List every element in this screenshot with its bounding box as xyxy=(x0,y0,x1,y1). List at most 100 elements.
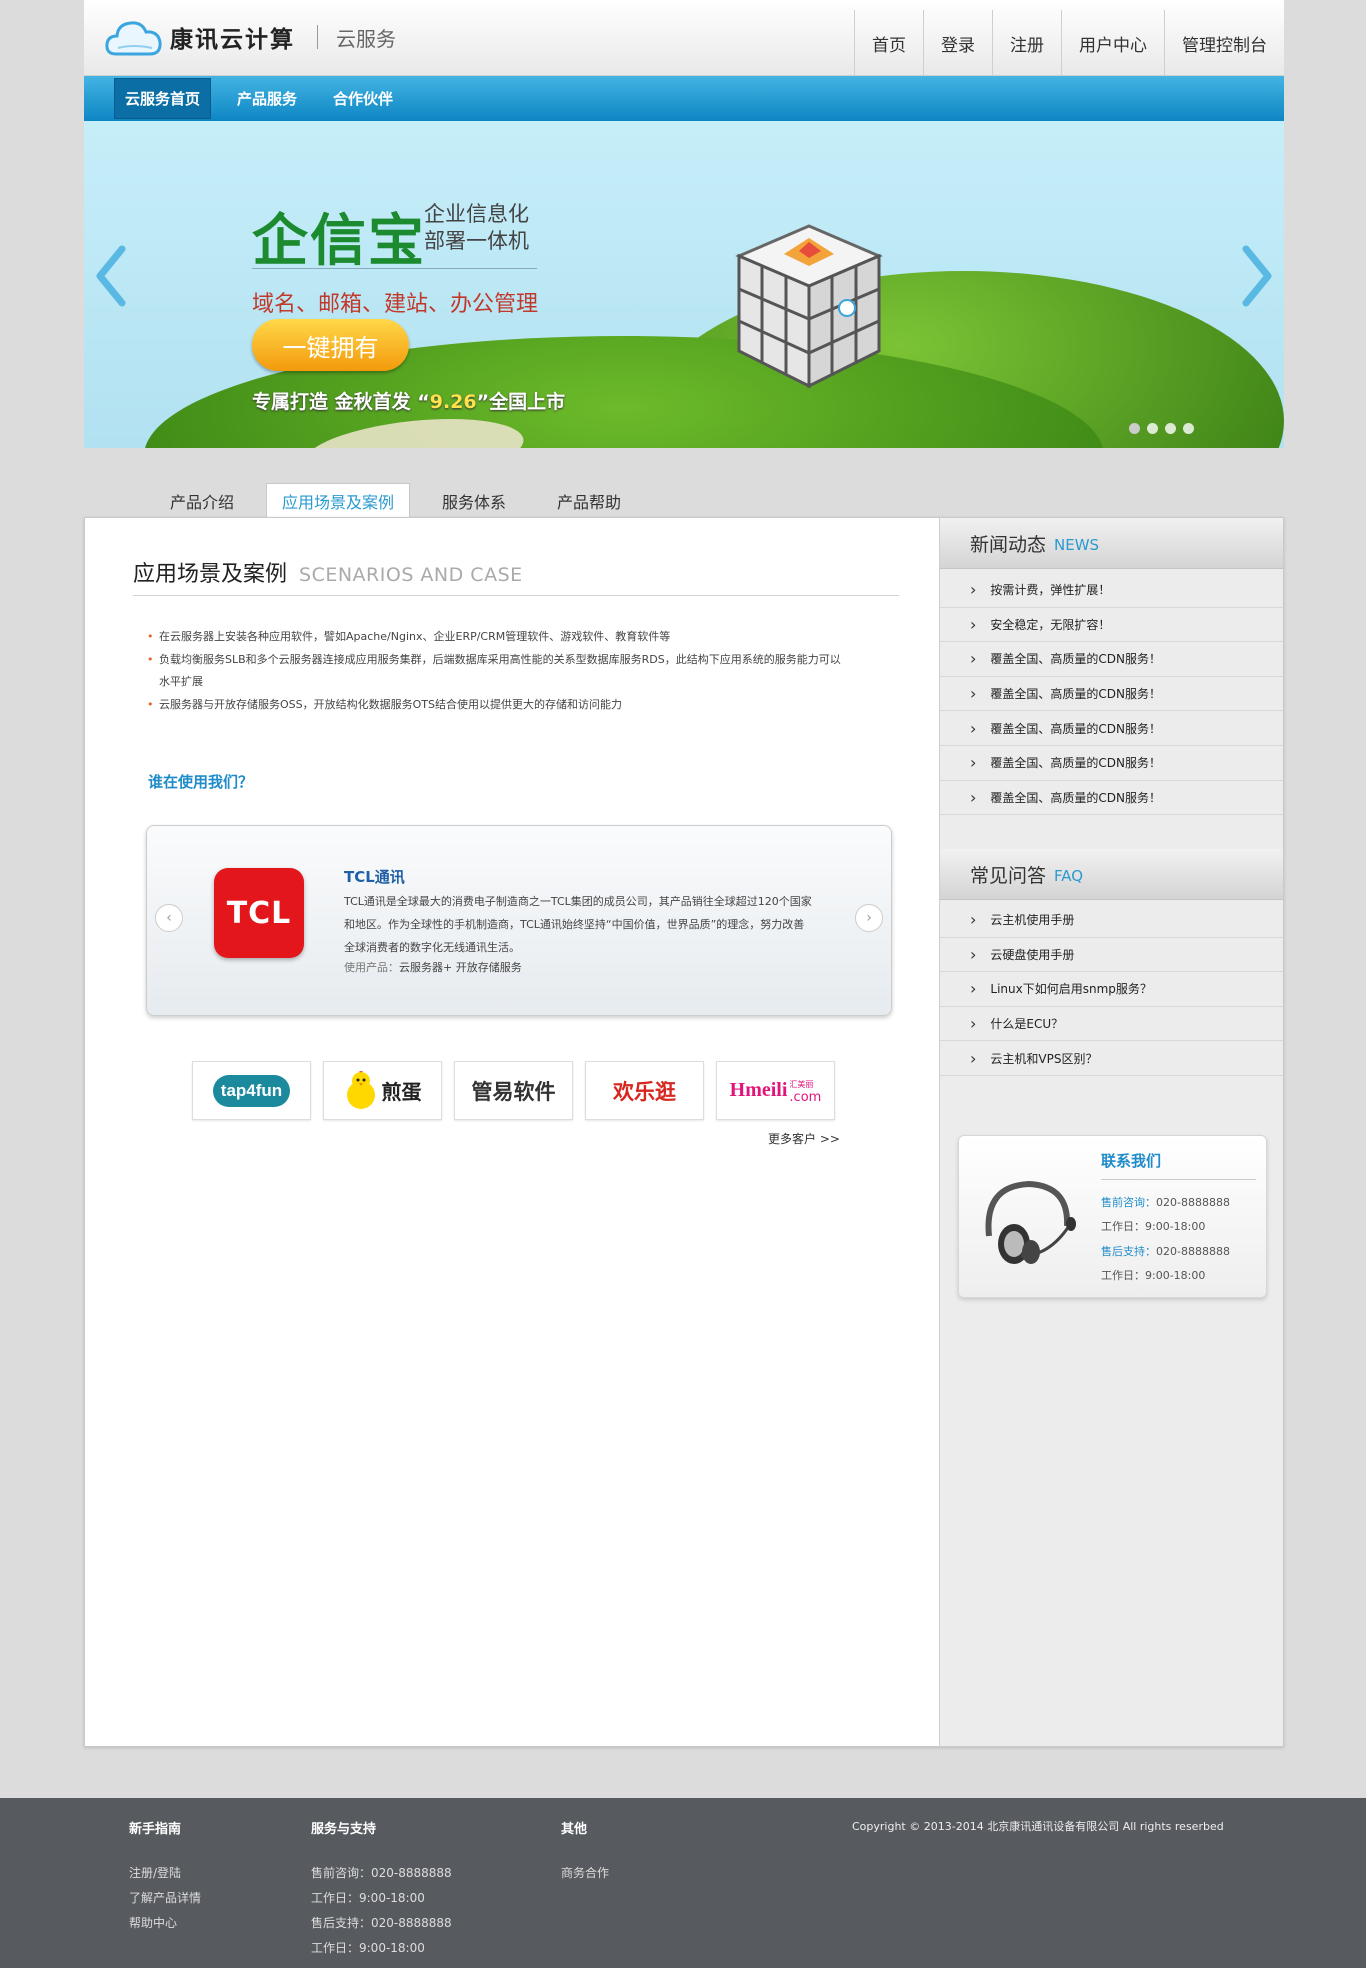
nav-user-center[interactable]: 用户中心 xyxy=(1061,10,1164,76)
tab-service[interactable]: 服务体系 xyxy=(424,483,524,518)
case-next-icon[interactable]: › xyxy=(855,904,883,932)
logo-text: 康讯云计算 xyxy=(170,27,295,53)
case-products-label: 使用产品： xyxy=(344,961,399,974)
product-cube-image xyxy=(735,224,883,389)
client-hmeili[interactable]: Hmeili 汇美丽 .com xyxy=(716,1061,835,1120)
faq-header: 常见问答 FAQ xyxy=(940,849,1283,900)
client-huanleguang[interactable]: 欢乐逛 xyxy=(585,1061,704,1120)
huanleguang-logo: 欢乐逛 xyxy=(613,1079,676,1104)
chick-icon xyxy=(346,1070,375,1109)
nav-console[interactable]: 管理控制台 xyxy=(1164,10,1284,76)
nav-login[interactable]: 登录 xyxy=(923,10,992,76)
banner-next-arrow-icon[interactable] xyxy=(1238,241,1278,311)
tab-intro[interactable]: 产品介绍 xyxy=(152,483,252,518)
carousel-dot[interactable] xyxy=(1147,423,1158,434)
subnav-cloud-home[interactable]: 云服务首页 xyxy=(114,78,212,119)
tcl-logo: TCL xyxy=(214,868,304,958)
footer-link[interactable]: 注册/登陆 xyxy=(129,1861,201,1886)
hmeili-suffix: 汇美丽 .com xyxy=(789,1078,821,1104)
headset-icon xyxy=(985,1180,1076,1264)
banner-cta-button[interactable]: 一键拥有 xyxy=(252,319,409,371)
news-item[interactable]: 覆盖全国、高质量的CDN服务！ xyxy=(940,781,1283,816)
faq-item[interactable]: 什么是ECU？ xyxy=(940,1007,1283,1042)
footer-text: 工作日：9:00-18:00 xyxy=(311,1941,425,1955)
contact-postsale-hours: 工作日：9:00-18:00 xyxy=(1101,1269,1206,1282)
hmeili-com: .com xyxy=(789,1089,822,1105)
more-clients-link[interactable]: 更多客户 >> xyxy=(768,1130,840,1147)
news-item[interactable]: 覆盖全国、高质量的CDN服务！ xyxy=(940,677,1283,712)
news-item[interactable]: 覆盖全国、高质量的CDN服务！ xyxy=(940,746,1283,781)
faq-item[interactable]: 云主机和VPS区别？ xyxy=(940,1041,1283,1076)
client-tap4fun[interactable]: tap4fun xyxy=(192,1061,311,1120)
news-list: 按需计费，弹性扩展！ 安全稳定，无限扩容！ 覆盖全国、高质量的CDN服务！ 覆盖… xyxy=(940,573,1283,816)
footer-other-title: 其他 xyxy=(561,1822,588,1837)
carousel-dot[interactable] xyxy=(1129,423,1140,434)
news-item[interactable]: 安全稳定，无限扩容！ xyxy=(940,608,1283,643)
case-name[interactable]: TCL通讯 xyxy=(344,866,405,887)
banner-prev-arrow-icon[interactable] xyxy=(90,241,130,311)
sidebar: 新闻动态 NEWS 按需计费，弹性扩展！ 安全稳定，无限扩容！ 覆盖全国、高质量… xyxy=(939,518,1283,1746)
hmeili-logo: Hmeili xyxy=(729,1079,788,1101)
faq-item[interactable]: 云硬盘使用手册 xyxy=(940,938,1283,973)
faq-list: 云主机使用手册 云硬盘使用手册 Linux下如何启用snmp服务？ 什么是ECU… xyxy=(940,903,1283,1076)
contact-title: 联系我们 xyxy=(1101,1152,1162,1170)
case-products: 使用产品：云服务器+ 开放存储服务 xyxy=(344,959,522,975)
news-item[interactable]: 覆盖全国、高质量的CDN服务！ xyxy=(940,642,1283,677)
presale-label: 售前咨询： xyxy=(1101,1196,1156,1209)
tap4fun-logo: tap4fun xyxy=(212,1074,291,1107)
contact-postsale: 售后支持：020-8888888 xyxy=(1101,1243,1230,1259)
footer-support: 服务与支持 售前咨询：020-8888888 工作日：9:00-18:00 售后… xyxy=(311,1818,452,1961)
news-item[interactable]: 按需计费，弹性扩展！ xyxy=(940,573,1283,608)
faq-item[interactable]: Linux下如何启用snmp服务？ xyxy=(940,972,1283,1007)
news-title-en: NEWS xyxy=(1054,536,1100,554)
client-jiandan[interactable]: 煎蛋 xyxy=(323,1061,442,1120)
faq-item[interactable]: 云主机使用手册 xyxy=(940,903,1283,938)
nav-home[interactable]: 首页 xyxy=(854,10,923,76)
footer-link[interactable]: 帮助中心 xyxy=(129,1911,201,1936)
carousel-dots xyxy=(1129,423,1194,434)
who-uses-us-heading: 谁在使用我们？ xyxy=(148,773,254,791)
client-logos: tap4fun 煎蛋 管易软件 欢乐逛 Hmeili 汇美丽 .com xyxy=(192,1061,835,1120)
case-description: TCL通讯是全球最大的消费电子制造商之一TCL集团的成员公司，其产品销往全球超过… xyxy=(344,895,812,954)
site-logo[interactable]: 康讯云计算 云服务 xyxy=(104,14,396,60)
subnav-partners[interactable]: 合作伙伴 xyxy=(323,78,403,119)
footer-link[interactable]: 商务合作 xyxy=(561,1861,609,1886)
footer-support-title: 服务与支持 xyxy=(311,1822,377,1837)
guanyi-logo: 管易软件 xyxy=(471,1079,556,1104)
scenario-item: 云服务器与开放存储服务OSS，开放结构化数据服务OTS结合使用以提供更大的存储和… xyxy=(147,694,847,717)
site-footer: 新手指南 注册/登陆 了解产品详情 帮助中心 服务与支持 售前咨询：020-88… xyxy=(0,1798,1366,1968)
banner-divider xyxy=(252,268,537,269)
case-prev-icon[interactable]: ‹ xyxy=(155,904,183,932)
scenario-item: 在云服务器上安装各种应用软件，譬如Apache/Nginx、企业ERP/CRM管… xyxy=(147,626,847,649)
subnav-products[interactable]: 产品服务 xyxy=(227,78,307,119)
contact-presale-hours: 工作日：9:00-18:00 xyxy=(1101,1220,1206,1233)
postsale-phone: 020-8888888 xyxy=(1156,1245,1230,1258)
footer-other: 其他 商务合作 xyxy=(561,1818,609,1886)
sub-nav: 云服务首页 产品服务 合作伙伴 xyxy=(84,76,1284,121)
cloud-logo-icon xyxy=(105,21,162,56)
faq-title-en: FAQ xyxy=(1054,867,1084,885)
nav-register[interactable]: 注册 xyxy=(992,10,1061,76)
content-area: 应用场景及案例 SCENARIOS AND CASE 在云服务器上安装各种应用软… xyxy=(85,518,940,1746)
section-header: 应用场景及案例 SCENARIOS AND CASE xyxy=(133,556,899,596)
product-tabs: 产品介绍 应用场景及案例 服务体系 产品帮助 xyxy=(84,483,1284,518)
footer-link[interactable]: 了解产品详情 xyxy=(129,1886,201,1911)
postsale-label: 售后支持： xyxy=(1101,1245,1156,1258)
tab-scenarios[interactable]: 应用场景及案例 xyxy=(266,483,410,518)
tab-help[interactable]: 产品帮助 xyxy=(539,483,639,518)
carousel-dot[interactable] xyxy=(1165,423,1176,434)
banner-foot-a: 专属打造 金秋首发 “ xyxy=(252,391,430,413)
client-guanyi[interactable]: 管易软件 xyxy=(454,1061,573,1120)
carousel-dot[interactable] xyxy=(1183,423,1194,434)
news-item[interactable]: 覆盖全国、高质量的CDN服务！ xyxy=(940,711,1283,746)
contact-box: 联系我们 售前咨询：020-8888888 工作日：9:00-18:00 售后支… xyxy=(958,1135,1267,1298)
contact-divider xyxy=(1101,1179,1256,1180)
banner-foot-date: 9.26 xyxy=(429,391,477,413)
banner-subtitle: 域名、邮箱、建站、办公管理 xyxy=(252,292,539,317)
top-nav: 首页 登录 注册 用户中心 管理控制台 xyxy=(854,10,1284,76)
faq-title: 常见问答 xyxy=(970,864,1047,887)
logo-subtitle: 云服务 xyxy=(336,26,396,51)
presale-phone: 020-8888888 xyxy=(1156,1196,1230,1209)
main-panel: 应用场景及案例 SCENARIOS AND CASE 在云服务器上安装各种应用软… xyxy=(84,517,1284,1747)
news-header: 新闻动态 NEWS xyxy=(940,518,1283,569)
